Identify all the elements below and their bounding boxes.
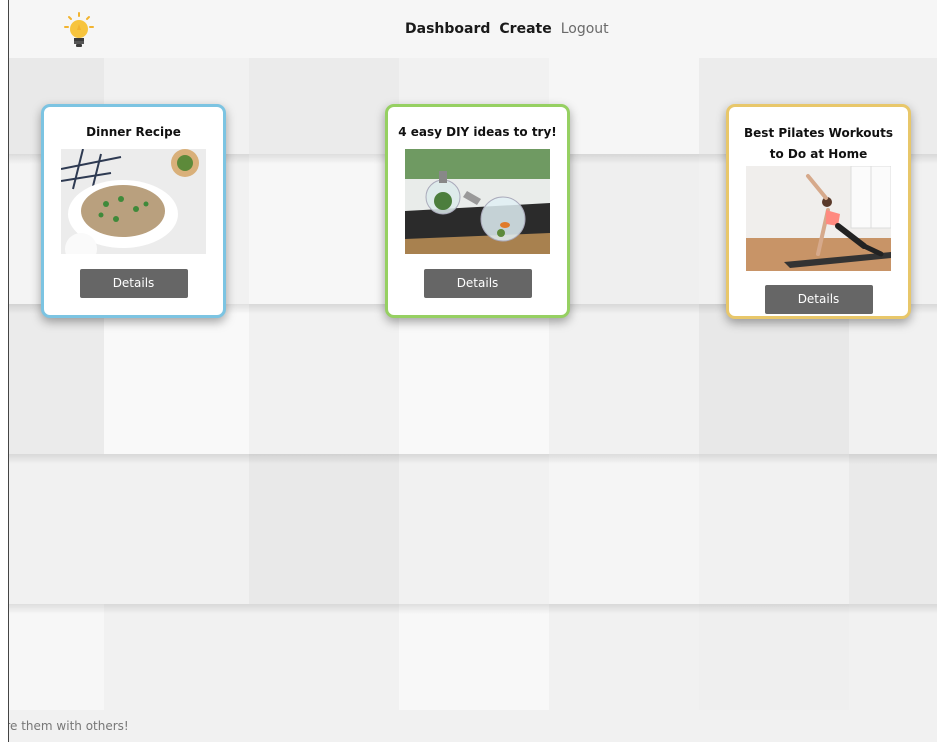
- bg-tile: [399, 604, 549, 710]
- navbar: Dashboard Create Logout: [9, 0, 937, 58]
- bg-tile: [699, 304, 849, 454]
- nav-logout-link[interactable]: Logout: [561, 21, 609, 37]
- nav-create-link[interactable]: Create: [499, 21, 551, 37]
- card-title: Best Pilates Workouts to Do at Home: [744, 126, 893, 161]
- details-button[interactable]: Details: [423, 269, 532, 298]
- bg-tile: [699, 604, 849, 710]
- nav-dashboard-link[interactable]: Dashboard: [405, 21, 490, 37]
- nav-links: Dashboard Create Logout: [405, 21, 609, 37]
- details-button[interactable]: Details: [764, 285, 873, 314]
- card-diy-ideas: 4 easy DIY ideas to try! Details: [385, 104, 570, 318]
- card-image: [61, 149, 206, 254]
- pasta-dish-image: [61, 149, 206, 254]
- bg-tile: [249, 58, 399, 154]
- card-dinner-recipe: Dinner Recipe Details: [41, 104, 226, 318]
- details-button[interactable]: Details: [79, 269, 188, 298]
- bg-tile: [249, 154, 399, 304]
- card-image: [746, 166, 891, 271]
- pilates-pose-image: [746, 166, 891, 271]
- bg-tile: [549, 58, 699, 154]
- app-frame: Dashboard Create Logout Dinner Recipe De…: [8, 0, 937, 742]
- lightbulb-terrarium-image: [405, 149, 550, 254]
- bg-tile: [399, 304, 549, 454]
- footer: are them with others!: [9, 710, 937, 742]
- card-title: 4 easy DIY ideas to try!: [398, 125, 557, 139]
- bg-tile: [9, 304, 104, 454]
- bg-tile: [104, 304, 249, 454]
- footer-text: are them with others!: [9, 719, 129, 733]
- bg-shadow: [9, 604, 937, 614]
- bg-shadow: [9, 454, 937, 464]
- bg-tile: [549, 454, 699, 604]
- lightbulb-logo-icon[interactable]: [64, 12, 94, 50]
- card-pilates-workouts: Best Pilates Workouts to Do at Home Deta…: [726, 104, 911, 319]
- card-title: Dinner Recipe: [86, 125, 181, 139]
- card-image: [405, 149, 550, 254]
- bg-tile: [549, 154, 699, 304]
- bg-tile: [249, 454, 399, 604]
- bg-tile: [849, 454, 937, 604]
- bg-tile: [9, 604, 104, 710]
